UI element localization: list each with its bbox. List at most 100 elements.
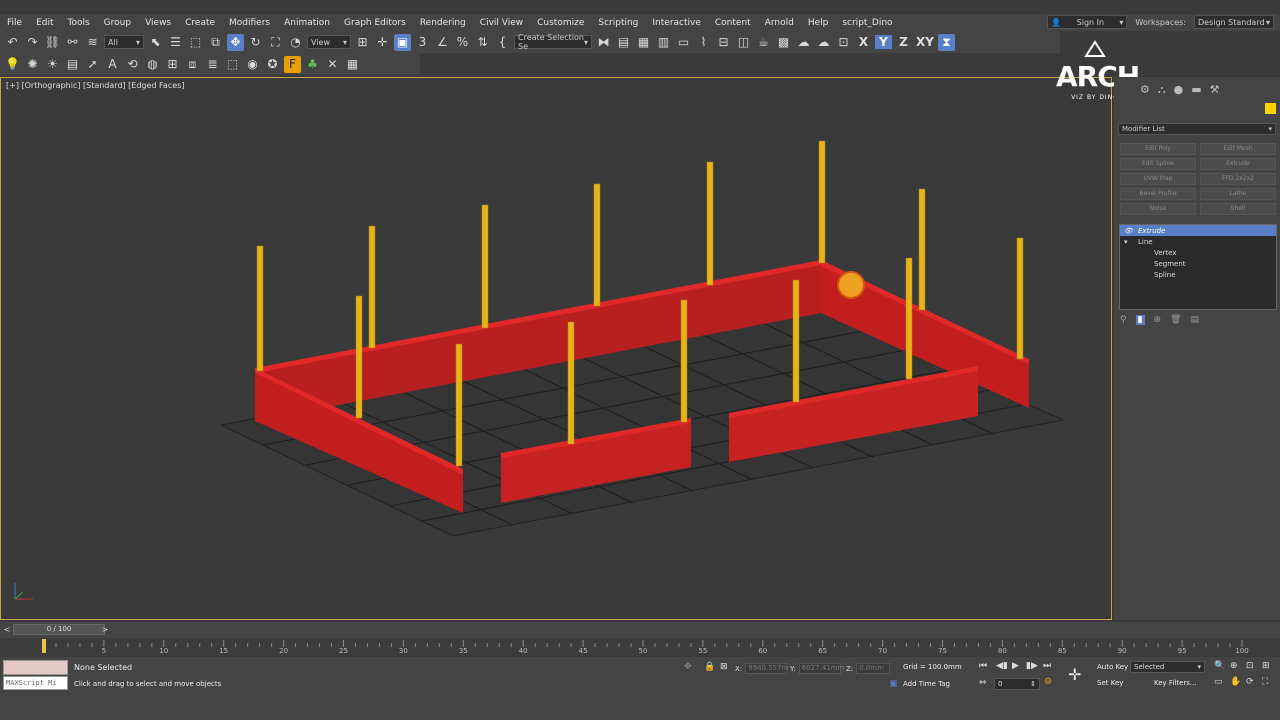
expand-icon[interactable]: ▾: [1124, 238, 1138, 246]
time-slider-handle[interactable]: 0 / 100: [13, 624, 105, 635]
axis-y-button[interactable]: Y: [875, 35, 892, 49]
undo-icon[interactable]: ↶: [4, 34, 21, 51]
menu-tools[interactable]: Tools: [61, 18, 97, 28]
render-setup-icon[interactable]: ☕: [755, 34, 772, 51]
remove-modifier-icon[interactable]: 🗑: [1170, 315, 1181, 325]
key-selection-dropdown[interactable]: Selected ▾: [1130, 661, 1205, 673]
bulb-icon[interactable]: ✪: [264, 56, 281, 73]
configure-sets-icon[interactable]: ▤: [1191, 315, 1200, 325]
link-icon[interactable]: ⛓: [44, 34, 61, 51]
eye-icon[interactable]: ◉: [244, 56, 261, 73]
cursor-icon[interactable]: ➚: [84, 56, 101, 73]
bind-spacewarp-icon[interactable]: ≋: [84, 34, 101, 51]
select-object-icon[interactable]: ⬉: [147, 34, 164, 51]
scene-canvas[interactable]: [1, 78, 1111, 619]
menu-group[interactable]: Group: [97, 18, 138, 28]
rect-selection-icon[interactable]: ⬚: [187, 34, 204, 51]
stack-item-spline[interactable]: Spline: [1120, 269, 1276, 280]
motion-tab-icon[interactable]: ●: [1174, 83, 1184, 97]
axis-constraint-toggle-icon[interactable]: ⧗: [938, 33, 955, 51]
rotate-icon[interactable]: ↻: [247, 34, 264, 51]
stack-item-extrude[interactable]: 👁 Extrude: [1120, 225, 1276, 236]
lock-selection-icon[interactable]: 🔒: [704, 662, 715, 672]
render-a360-icon[interactable]: ⊡: [835, 34, 852, 51]
modifier-list-dropdown[interactable]: Modifier List ▾: [1118, 123, 1276, 135]
material-editor-icon[interactable]: ◫: [735, 34, 752, 51]
add-time-tag[interactable]: Add Time Tag: [903, 680, 950, 688]
menu-interactive[interactable]: Interactive: [645, 18, 707, 28]
fp-icon[interactable]: F: [284, 55, 301, 73]
modifier-visibility-icon[interactable]: 👁: [1124, 227, 1138, 235]
stack-item-segment[interactable]: Segment: [1120, 258, 1276, 269]
render-region-icon[interactable]: ⧈: [184, 56, 201, 73]
maxscript-listener[interactable]: [3, 660, 68, 675]
viewport[interactable]: [+] [Orthographic] [Standard] [Edged Fac…: [0, 77, 1112, 620]
set-key-big-icon[interactable]: ✛: [1068, 665, 1081, 684]
set-key-button[interactable]: Set Key: [1097, 679, 1123, 687]
track-bar[interactable]: 5 10 15 20 25 30 35 40 45 50 55 60 65 70 75 80 85 90 95 100: [0, 638, 1280, 656]
box-icon[interactable]: ⬚: [224, 56, 241, 73]
workspace-dropdown[interactable]: Design Standard ▾: [1194, 15, 1274, 29]
time-slider[interactable]: < 0 / 100 >: [0, 622, 1280, 638]
orbit-icon[interactable]: ⟲: [124, 56, 141, 73]
menu-edit[interactable]: Edit: [29, 18, 60, 28]
percent-snap-icon[interactable]: %: [454, 34, 471, 51]
toggle-ribbon-icon[interactable]: ▭: [675, 34, 692, 51]
maximize-viewport-icon[interactable]: ⛶: [1262, 677, 1268, 687]
hierarchy-tab-icon[interactable]: ⛬: [1158, 83, 1166, 97]
select-manipulate-icon[interactable]: ✛: [374, 34, 391, 51]
goto-start-icon[interactable]: ⏮: [979, 661, 987, 671]
rendered-frame-icon[interactable]: ▩: [775, 34, 792, 51]
absolute-mode-icon[interactable]: ⊠: [720, 662, 728, 672]
modifier-button-edit-poly[interactable]: Edit Poly: [1120, 143, 1196, 155]
display-tab-icon[interactable]: ▬: [1191, 83, 1201, 97]
render-production-icon[interactable]: ☁: [795, 34, 812, 51]
keyboard-shortcut-icon[interactable]: ▣: [394, 33, 411, 51]
make-unique-icon[interactable]: ⊕: [1154, 315, 1162, 325]
snaps-toggle-icon[interactable]: 3: [414, 34, 431, 51]
time-prev-icon[interactable]: <: [2, 622, 12, 636]
edit-named-selection-icon[interactable]: {: [494, 34, 511, 51]
toggle-scene-explorer-icon[interactable]: ▦: [635, 34, 652, 51]
menu-graph-editors[interactable]: Graph Editors: [337, 18, 413, 28]
utilities-tab-icon[interactable]: ⚒: [1210, 83, 1220, 97]
text-icon[interactable]: A: [104, 56, 121, 73]
menu-content[interactable]: Content: [708, 18, 758, 28]
tools-icon[interactable]: ✕: [324, 56, 341, 73]
maxscript-mini-listener[interactable]: MAXScript Mi: [3, 676, 68, 690]
sign-in-dropdown[interactable]: 👤 Sign In ▾: [1047, 15, 1128, 29]
menu-rendering[interactable]: Rendering: [413, 18, 473, 28]
pin-stack-icon[interactable]: ⚲: [1120, 315, 1127, 325]
stack-item-line[interactable]: ▾ Line: [1120, 236, 1276, 247]
zoom-extents-icon[interactable]: ⊡: [1246, 661, 1254, 671]
menu-help[interactable]: Help: [801, 18, 836, 28]
named-selection-dropdown[interactable]: Create Selection Se ▾: [514, 33, 592, 51]
axis-z-button[interactable]: Z: [895, 35, 912, 49]
stack-item-vertex[interactable]: Vertex: [1120, 247, 1276, 258]
menu-script-dino[interactable]: script_Dino: [835, 18, 899, 28]
modifier-button-shell[interactable]: Shell: [1200, 203, 1276, 215]
modifier-button-bevel-profile[interactable]: Bevel Profile: [1120, 188, 1196, 200]
current-frame-field[interactable]: 0 ⇕: [994, 678, 1040, 690]
zoom-extents-all-icon[interactable]: ⊞: [1262, 661, 1270, 671]
object-color-swatch[interactable]: [1265, 103, 1276, 114]
modify-tab-icon[interactable]: ⚙: [1140, 83, 1150, 97]
zoom-icon[interactable]: 🔍: [1214, 661, 1225, 671]
sphere-icon[interactable]: ◍: [144, 56, 161, 73]
tree-icon[interactable]: ♣: [304, 56, 321, 73]
goto-end-icon[interactable]: ⏭: [1043, 661, 1051, 671]
time-next-icon[interactable]: >: [100, 622, 110, 636]
select-by-name-icon[interactable]: ☰: [167, 34, 184, 51]
menu-create[interactable]: Create: [178, 18, 222, 28]
menu-arnold[interactable]: Arnold: [758, 18, 801, 28]
scale-icon[interactable]: ⛶: [267, 34, 284, 51]
spinner-snap-icon[interactable]: ⇅: [474, 34, 491, 51]
menu-modifiers[interactable]: Modifiers: [222, 18, 277, 28]
place-icon[interactable]: ◔: [287, 34, 304, 51]
sun-icon[interactable]: ✺: [24, 56, 41, 73]
coord-z-field[interactable]: 0.0mm: [856, 663, 891, 674]
modifier-button-edit-mesh[interactable]: Edit Mesh: [1200, 143, 1276, 155]
auto-key-button[interactable]: Auto Key: [1097, 663, 1128, 671]
curve-editor-icon[interactable]: ⌇: [695, 34, 712, 51]
modifier-button-noise[interactable]: Noise: [1120, 203, 1196, 215]
